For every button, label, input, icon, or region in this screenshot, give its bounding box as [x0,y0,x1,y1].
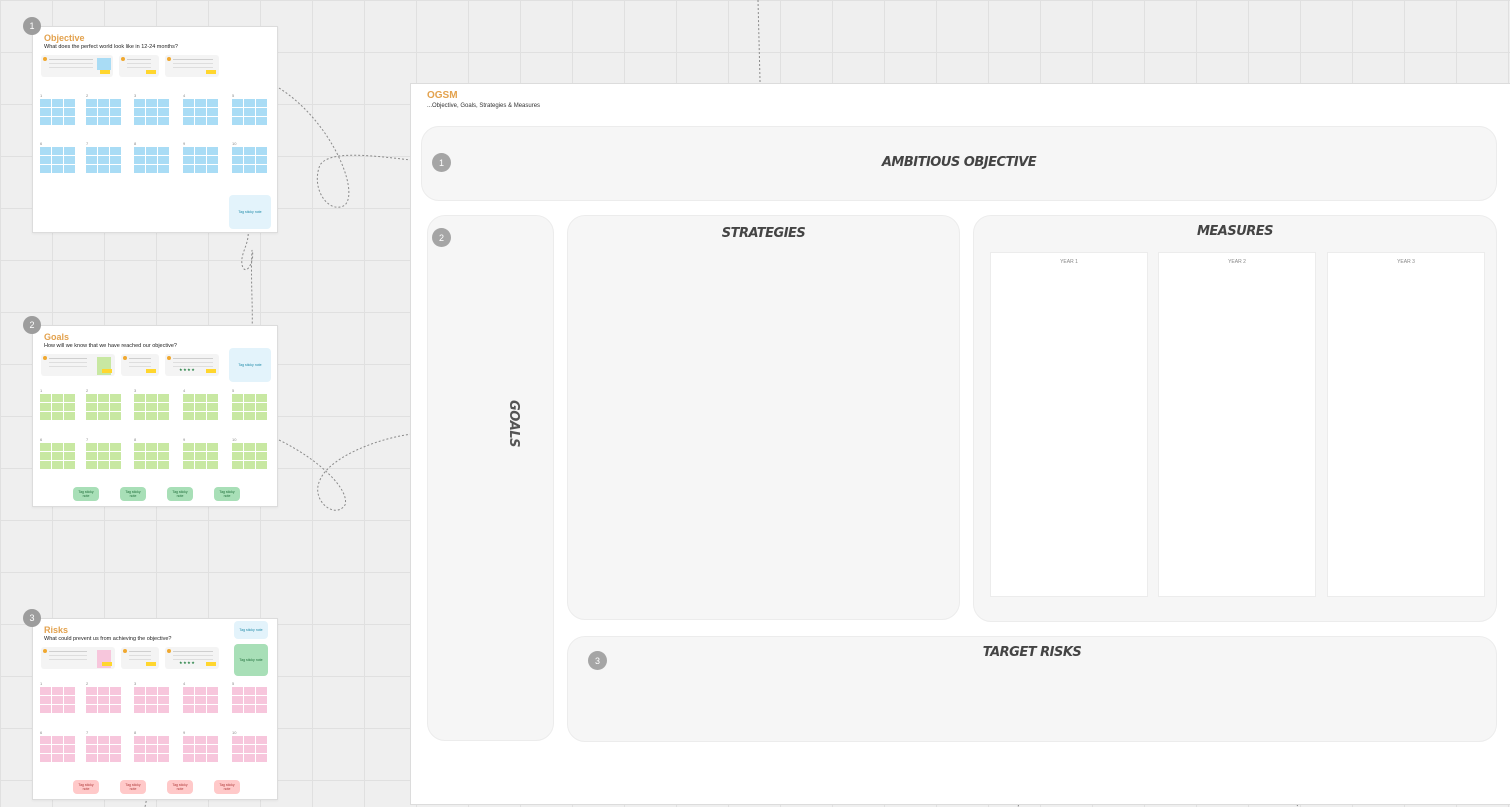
tag-sticky-note[interactable]: Tag sticky note [167,780,193,794]
column-number: 7 [86,730,89,735]
goals-heading: GOALS [505,400,521,447]
goals-number-badge: 2 [432,228,451,247]
example-card [119,55,159,77]
column-number: 8 [134,437,137,442]
column-number: 8 [134,141,137,146]
objective-heading: AMBITIOUS OBJECTIVE [881,155,1037,170]
frame-number-badge: 1 [23,17,41,35]
frame-number-badge: 2 [23,316,41,334]
goals-frame[interactable]: 2 Goals How will we know that we have re… [23,316,278,507]
example-card [121,647,159,669]
column-number: 1 [40,681,43,686]
example-card [121,354,159,376]
column-number: 3 [134,388,137,393]
year-1-column[interactable]: YEAR 1 [990,252,1148,597]
column-number: 4 [183,93,186,98]
tag-sticky-note[interactable]: Tag sticky note [214,780,240,794]
tag-sticky-note[interactable]: Tag sticky note [234,621,268,639]
tag-sticky-note[interactable]: Tag sticky note [167,487,193,501]
column-number: 1 [40,388,43,393]
column-number: 10 [232,730,237,735]
tag-sticky-note[interactable]: Tag sticky note [229,348,271,382]
ogsm-frame[interactable]: OGSM ...Objective, Goals, Strategies & M… [410,83,1510,805]
example-card: ★★★★ [165,647,219,669]
column-number: 3 [134,681,137,686]
goals-panel[interactable]: 2 GOALS [427,215,554,741]
tag-sticky-note[interactable]: Tag sticky note [234,644,268,676]
column-number: 8 [134,730,137,735]
frame-subtitle: What does the perfect world look like in… [44,44,178,50]
strategies-heading: STRATEGIES [721,226,806,241]
column-number: 6 [40,730,43,735]
objective-panel[interactable]: 1 AMBITIOUS OBJECTIVE [421,126,1497,201]
year-label: YEAR 3 [1397,259,1415,265]
tag-sticky-note[interactable]: Tag sticky note [120,780,146,794]
tag-sticky-note[interactable]: Tag sticky note [214,487,240,501]
year-label: YEAR 2 [1228,259,1246,265]
column-number: 2 [86,93,89,98]
frame-title: Objective [44,33,85,43]
column-number: 1 [40,93,43,98]
column-number: 5 [232,388,235,393]
year-label: YEAR 1 [1060,259,1078,265]
target-risks-panel[interactable]: 3 TARGET RISKS [567,636,1497,742]
tag-sticky-note[interactable]: Tag sticky note [73,780,99,794]
year-2-column[interactable]: YEAR 2 [1158,252,1316,597]
example-card [41,647,115,669]
tag-sticky-note[interactable]: Tag sticky note [120,487,146,501]
column-number: 2 [86,388,89,393]
column-number: 9 [183,437,186,442]
objective-frame[interactable]: 1 Objective What does the perfect world … [23,17,278,233]
column-number: 4 [183,388,186,393]
strategies-panel[interactable]: STRATEGIES [567,215,960,620]
frame-title: Risks [44,625,69,635]
frame-subtitle: What could prevent us from achieving the… [44,636,172,642]
frame-title: Goals [44,332,70,342]
ogsm-subtitle: ...Objective, Goals, Strategies & Measur… [427,103,541,109]
example-card [41,55,113,77]
target-risks-heading: TARGET RISKS [982,645,1082,660]
example-card [41,354,115,376]
column-number: 7 [86,437,89,442]
ogsm-title: OGSM [427,90,458,101]
column-number: 5 [232,93,235,98]
frame-subtitle: How will we know that we have reached ou… [44,343,177,349]
year-3-column[interactable]: YEAR 3 [1327,252,1485,597]
frame-number-badge: 3 [23,609,41,627]
column-number: 6 [40,437,43,442]
column-number: 5 [232,681,235,686]
measures-heading: MEASURES [1196,224,1274,239]
tag-sticky-note[interactable]: Tag sticky note [73,487,99,501]
tag-sticky-note[interactable]: Tag sticky note [229,195,271,229]
column-number: 2 [86,681,89,686]
column-number: 7 [86,141,89,146]
column-number: 6 [40,141,43,146]
example-card [165,55,219,77]
column-number: 9 [183,730,186,735]
measures-panel[interactable]: MEASURES YEAR 1 YEAR 2 YEAR 3 [973,215,1497,622]
example-card: ★★★★ [165,354,219,376]
column-number: 10 [232,437,237,442]
column-number: 3 [134,93,137,98]
column-number: 10 [232,141,237,146]
risks-frame[interactable]: 3 Risks What could prevent us from achie… [23,609,278,800]
column-number: 9 [183,141,186,146]
column-number: 4 [183,681,186,686]
